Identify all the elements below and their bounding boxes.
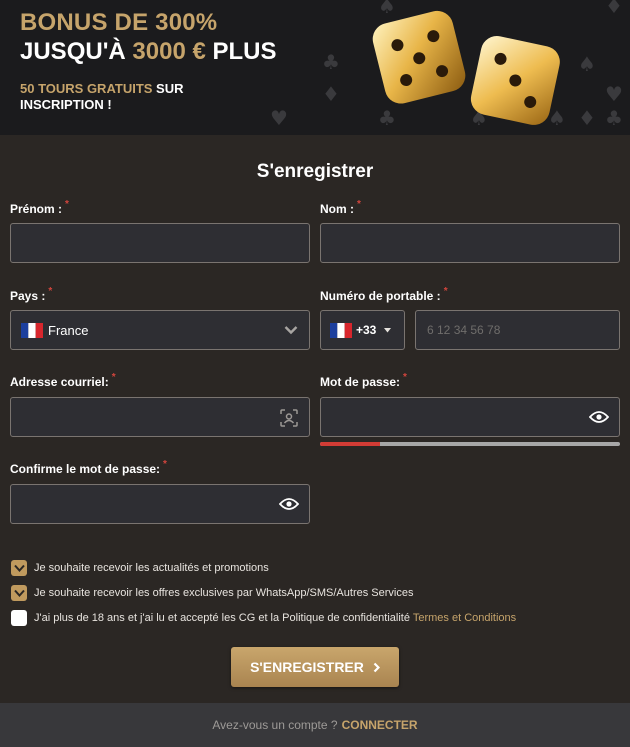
news-consent-row[interactable]: Je souhaite recevoir les actualités et p… — [11, 559, 269, 577]
confirm-password-label: Confirme le mot de passe: * — [10, 459, 167, 476]
fr-flag-icon — [21, 323, 43, 338]
news-consent-checkbox[interactable] — [11, 560, 27, 576]
fr-flag-icon — [330, 323, 352, 338]
register-button-label: S'ENREGISTRER — [250, 659, 364, 675]
last-name-label: Nom : * — [320, 199, 361, 216]
terms-consent-row[interactable]: J'ai plus de 18 ans et j'ai lu et accept… — [11, 609, 516, 627]
password-strength-fill — [320, 442, 380, 446]
password-label-text: Mot de passe: — [320, 375, 401, 389]
phone-label: Numéro de portable : * — [320, 286, 448, 303]
first-name-input[interactable] — [10, 223, 310, 263]
country-label: Pays : * — [10, 286, 53, 303]
required-mark: * — [403, 372, 407, 383]
confirm-password-label-text: Confirme le mot de passe: — [10, 462, 161, 476]
last-name-label-text: Nom : — [320, 202, 354, 216]
password-input[interactable] — [320, 397, 620, 437]
whatsapp-consent-row[interactable]: Je souhaite recevoir les offres exclusiv… — [11, 584, 413, 602]
autofill-icon[interactable] — [280, 409, 298, 427]
terms-consent-text: J'ai plus de 18 ans et j'ai lu et accept… — [34, 612, 516, 624]
free-spins-highlight: 50 TOURS GRATUITS — [20, 81, 153, 96]
first-name-label-text: Prénom : — [10, 202, 63, 216]
bonus-amount-line: JUSQU'À 3000 € PLUS — [20, 38, 277, 66]
news-consent-text: Je souhaite recevoir les actualités et p… — [34, 562, 269, 574]
caret-down-icon — [384, 328, 391, 333]
login-link[interactable]: CONNECTER — [342, 718, 418, 732]
whatsapp-consent-checkbox[interactable] — [11, 585, 27, 601]
bonus-amount: 3000 € — [132, 38, 206, 65]
phone-label-text: Numéro de portable : — [320, 289, 441, 303]
phone-placeholder: 6 12 34 56 78 — [427, 323, 501, 337]
eye-icon[interactable] — [589, 410, 609, 424]
phone-country-code: +33 — [356, 323, 377, 337]
required-mark: * — [163, 459, 167, 470]
password-strength-bar — [320, 442, 620, 446]
bonus-headline: BONUS DE 300% — [20, 9, 218, 36]
bonus-prefix: JUSQU'À — [20, 38, 133, 65]
terms-consent-label: J'ai plus de 18 ans et j'ai lu et accept… — [34, 612, 413, 624]
last-name-input[interactable] — [320, 223, 620, 263]
login-footer: Avez-vous un compte ? CONNECTER — [0, 703, 630, 747]
check-icon — [13, 589, 25, 597]
register-button[interactable]: S'ENREGISTRER — [231, 647, 399, 687]
chevron-right-icon — [373, 662, 380, 673]
email-input[interactable] — [10, 397, 310, 437]
bonus-suffix: PLUS — [205, 38, 277, 65]
terms-consent-checkbox[interactable] — [11, 610, 27, 626]
form-title: S'enregistrer — [256, 161, 374, 182]
email-label-text: Adresse courriel: — [10, 375, 109, 389]
country-label-text: Pays : — [10, 289, 46, 303]
required-mark: * — [65, 199, 69, 210]
whatsapp-consent-text: Je souhaite recevoir les offres exclusiv… — [34, 587, 414, 599]
required-mark: * — [443, 286, 448, 297]
first-name-label: Prénom : * — [10, 199, 69, 216]
phone-country-code-select[interactable]: +33 — [320, 310, 405, 350]
terms-link[interactable]: Termes et Conditions — [413, 612, 516, 624]
email-label: Adresse courriel: * — [10, 372, 116, 389]
country-select[interactable]: France — [10, 310, 310, 350]
have-account-text: Avez-vous un compte ? — [212, 718, 338, 732]
eye-icon[interactable] — [279, 497, 299, 511]
chevron-down-icon — [284, 326, 298, 335]
confirm-password-input[interactable] — [10, 484, 310, 524]
dice-icon — [372, 10, 560, 125]
check-icon — [13, 564, 25, 572]
required-mark: * — [357, 199, 361, 210]
phone-number-input[interactable]: 6 12 34 56 78 — [415, 310, 620, 350]
free-spins-text: 50 TOURS GRATUITS SUR INSCRIPTION ! — [20, 81, 220, 113]
password-label: Mot de passe: * — [320, 372, 407, 389]
promo-banner: ♠ ♦ ♣ ♠ ♦ ♣ ♥ ♠ ♦ ♣ ♥ ♠ BONUS DE 300% JU… — [0, 0, 630, 135]
required-mark: * — [111, 372, 116, 383]
country-value: France — [48, 323, 89, 338]
required-mark: * — [48, 286, 53, 297]
